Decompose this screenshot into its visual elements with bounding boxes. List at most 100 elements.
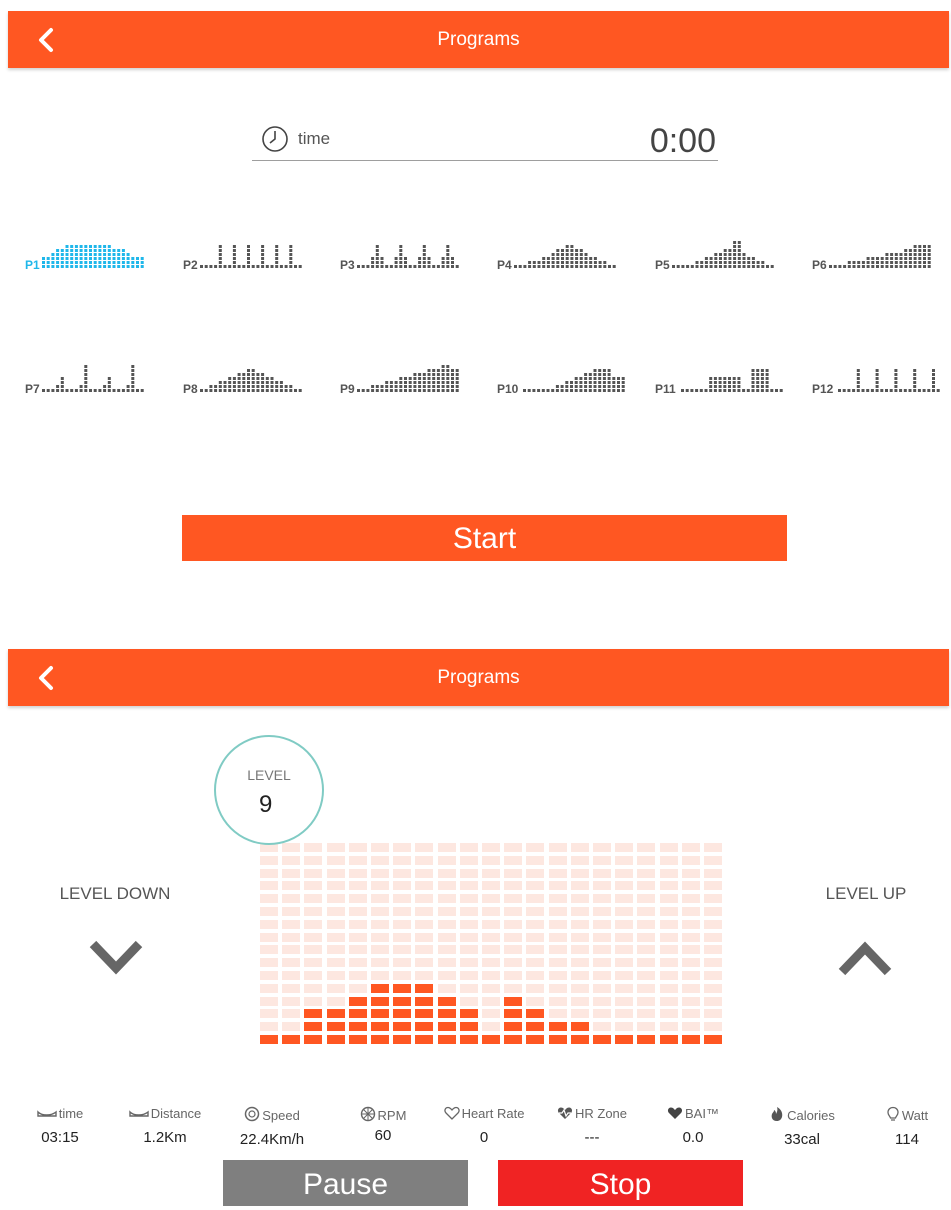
level-cell — [615, 868, 634, 878]
level-cell — [548, 881, 567, 891]
level-cell — [681, 868, 700, 878]
level-cell — [548, 945, 567, 955]
level-cell — [526, 868, 545, 878]
level-cell — [326, 919, 345, 929]
level-cell — [504, 868, 523, 878]
level-cell — [526, 894, 545, 904]
stop-button[interactable]: Stop — [498, 1160, 743, 1206]
level-cell — [615, 894, 634, 904]
level-cell — [282, 983, 301, 993]
program-p12[interactable]: P12 — [812, 336, 947, 398]
level-cell — [348, 983, 367, 993]
program-p6[interactable]: P6 — [812, 212, 947, 274]
level-cell — [459, 945, 478, 955]
program-p5[interactable]: P5 — [655, 212, 790, 274]
time-value[interactable]: 0:00 — [650, 122, 716, 161]
level-cell — [304, 958, 323, 968]
level-cell — [371, 958, 389, 968]
program-p3[interactable]: P3 — [340, 212, 475, 274]
level-cell — [459, 971, 478, 980]
chevron-up-icon[interactable] — [837, 940, 893, 978]
stat-label: RPM — [333, 1106, 433, 1125]
level-cell — [482, 1022, 500, 1032]
level-cell — [482, 843, 500, 852]
level-cell — [482, 894, 500, 904]
stat-value: 0.0 — [682, 1129, 704, 1146]
level-cell — [482, 868, 500, 878]
level-cell — [593, 919, 611, 929]
stat-watt: Watt 114 — [857, 1106, 951, 1148]
program-p11[interactable]: P11 — [655, 336, 790, 398]
time-setting[interactable]: time 0:00 — [252, 120, 718, 161]
program-label: P11 — [655, 382, 676, 396]
level-cell — [393, 945, 412, 955]
stat-label-text: Calories — [787, 1108, 835, 1123]
program-p1[interactable]: P1 — [25, 212, 160, 274]
level-cell — [437, 843, 456, 852]
level-cell — [348, 932, 367, 942]
level-cell — [326, 945, 345, 955]
program-label: P9 — [340, 382, 355, 396]
level-cell — [348, 894, 367, 904]
bulb-icon — [886, 1106, 900, 1125]
level-cell-active — [326, 1035, 345, 1044]
level-cell — [282, 932, 301, 942]
level-cell — [593, 945, 611, 955]
level-cell — [326, 932, 345, 942]
level-cell — [260, 919, 278, 929]
level-cell — [437, 932, 456, 942]
program-p7[interactable]: P7 — [25, 336, 160, 398]
level-cell — [704, 881, 722, 891]
level-cell — [615, 945, 634, 955]
stat-label-text: time — [58, 1106, 84, 1121]
stat-time: time 03:15 — [10, 1106, 110, 1146]
level-cell-active — [326, 1022, 345, 1032]
level-cell-active — [393, 996, 412, 1006]
level-cell — [570, 932, 589, 942]
program-p10[interactable]: P10 — [497, 336, 632, 398]
level-cell — [415, 894, 434, 904]
program-p9[interactable]: P9 — [340, 336, 475, 398]
level-cell — [615, 958, 634, 968]
level-cell — [260, 1009, 278, 1019]
bai-heart-icon — [667, 1106, 683, 1123]
level-cell — [681, 971, 700, 980]
level-cell-active — [371, 983, 389, 993]
level-cell — [260, 907, 278, 916]
program-p4[interactable]: P4 — [497, 212, 632, 274]
level-cell — [704, 855, 722, 865]
level-cell — [593, 894, 611, 904]
level-cell — [593, 932, 611, 942]
level-cell — [282, 855, 301, 865]
level-cell-active — [326, 1009, 345, 1019]
heart-zone-icon — [557, 1106, 573, 1123]
level-cell — [570, 868, 589, 878]
level-cell — [459, 894, 478, 904]
level-cell-active — [570, 1022, 589, 1032]
level-cell-active — [304, 1009, 323, 1019]
program-p8[interactable]: P8 — [183, 336, 318, 398]
level-cell — [526, 843, 545, 852]
level-cell — [371, 971, 389, 980]
level-cell — [371, 907, 389, 916]
pause-button[interactable]: Pause — [223, 1160, 468, 1206]
level-cell — [681, 919, 700, 929]
level-cell — [371, 919, 389, 929]
level-cell — [415, 932, 434, 942]
level-cell — [637, 983, 656, 993]
level-cell — [371, 894, 389, 904]
chevron-down-icon[interactable] — [88, 938, 144, 976]
level-cell-active — [348, 996, 367, 1006]
program-label: P6 — [812, 258, 827, 272]
level-cell — [704, 932, 722, 942]
page-title: Programs — [437, 29, 520, 50]
level-cell-active — [437, 1009, 456, 1019]
level-cell — [593, 1009, 611, 1019]
program-p2[interactable]: P2 — [183, 212, 318, 274]
level-cell — [704, 971, 722, 980]
level-cell — [304, 843, 323, 852]
level-cell-active — [371, 1035, 389, 1044]
level-cell — [260, 958, 278, 968]
start-button[interactable]: Start — [182, 515, 787, 561]
level-cell — [593, 855, 611, 865]
